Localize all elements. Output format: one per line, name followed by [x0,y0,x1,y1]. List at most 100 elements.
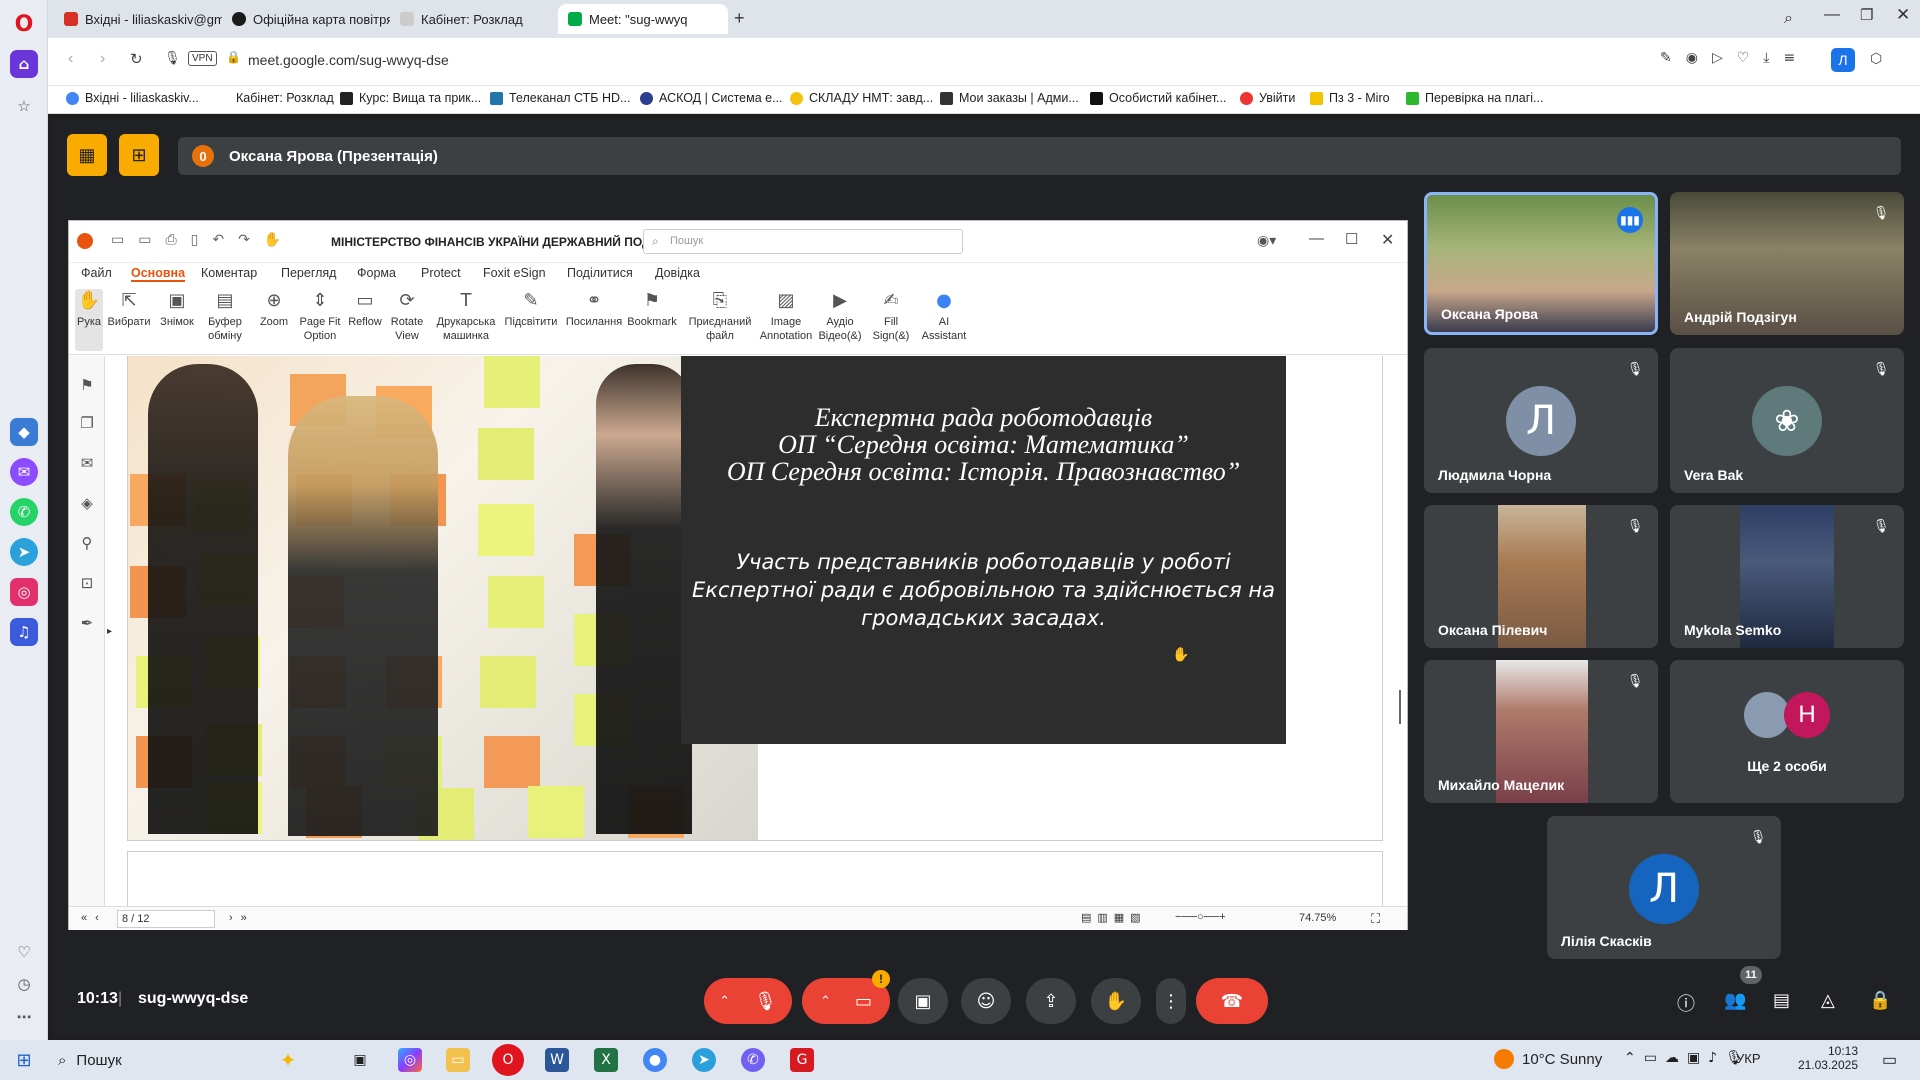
ribbon-link[interactable]: ⚭ Посилання [561,289,627,329]
taskbar-search[interactable]: ⌕ Пошук [58,1046,278,1074]
copilot-icon[interactable]: ◎ [398,1048,422,1072]
excel-icon[interactable]: X [594,1048,618,1072]
ribbon-attach[interactable]: ⎘ Приєднаний файл [685,289,755,343]
home-icon[interactable]: ⌂ [10,50,38,78]
bookmark-item[interactable]: Кабінет: Розклад [236,91,334,105]
forward-icon[interactable]: › [100,50,105,68]
page-nav-next-icons[interactable]: ›» [229,912,255,924]
chrome-icon[interactable]: ● [643,1048,667,1072]
menu-share[interactable]: Поділитися [567,266,633,280]
tab-meet[interactable]: Meet: "sug-wwyq [558,4,728,34]
info-icon[interactable]: ⓘ [1677,990,1695,1016]
language-indicator[interactable]: УКР [1736,1051,1761,1066]
view-mode-icons[interactable]: ▤▥▦▧ [1081,911,1147,924]
menu-file[interactable]: Файл [81,266,112,280]
participant-tile[interactable]: 🎙 Mykola Semko [1670,505,1904,648]
telegram-icon[interactable]: ➤ [10,538,38,566]
task-view-icon[interactable]: ▣ [348,1048,372,1072]
foxit-logo-icon[interactable] [77,233,93,249]
star-icon[interactable]: ☆ [10,92,38,120]
new-tab-icon[interactable]: + [734,8,745,29]
participant-tile[interactable]: 🎙 ❀ Vera Bak [1670,348,1904,493]
captions-button[interactable]: ▣ [898,978,948,1024]
extensions-icon[interactable]: ⬡ [1870,50,1882,67]
restore-icon[interactable]: ❐ [1860,6,1873,24]
zoom-slider[interactable]: −──○──+ [1175,911,1226,923]
raise-hand-button[interactable]: ✋ [1091,978,1141,1024]
file-explorer-icon[interactable]: ▭ [446,1048,470,1072]
foxit-minimize-icon[interactable]: — [1309,230,1324,247]
clock[interactable]: 10:13 21.03.2025 [1786,1044,1858,1072]
ribbon-zoom[interactable]: ⊕ Zoom [257,289,291,329]
foxit-maximize-icon[interactable]: ☐ [1345,230,1358,248]
bookmarks-panel-icon[interactable]: ⚑ [77,376,97,396]
close-window-icon[interactable]: ✕ [1896,5,1910,25]
back-icon[interactable]: ‹ [68,50,73,68]
bookmark-item[interactable]: Увійти [1240,91,1295,105]
weather-text[interactable]: 10°C Sunny [1522,1051,1602,1068]
ribbon-select[interactable]: ⇱ Вибрати [107,289,151,329]
page-input[interactable]: 8 / 12 [117,910,215,928]
reload-icon[interactable]: ↻ [130,50,143,68]
tab-air-map[interactable]: Офіційна карта повітрян [222,4,390,34]
activities-icon[interactable]: ◬ [1821,990,1835,1011]
menu-protect[interactable]: Protect [421,266,461,280]
bookmark-item[interactable]: Пз 3 - Miro [1310,91,1390,105]
reactions-button[interactable]: ☺ [961,978,1011,1024]
menu-esign[interactable]: Foxit eSign [483,266,546,280]
ribbon-image-annotation[interactable]: ▨ Image Annotation [755,289,817,343]
notifications-icon[interactable]: ▭ [1882,1050,1897,1070]
heart-icon[interactable]: ♡ [10,938,38,966]
profile-avatar[interactable]: Л [1831,48,1855,72]
participant-tile[interactable]: 🎙 Андрій Подзігун [1670,192,1904,335]
ribbon-hand[interactable]: ✋ Рука [75,289,103,351]
present-off-icon[interactable]: ▦ [67,134,107,176]
address-actions[interactable]: ✎◉▷♡⤓≡ [1660,50,1809,66]
messenger-icon[interactable]: ✉ [10,458,38,486]
expand-panel-icon[interactable]: ▸ [107,626,112,637]
search-tabs-icon[interactable]: ⌕ [1784,8,1793,28]
bookmark-item[interactable]: Вхідні - liliaskaskiv... [66,91,199,105]
ribbon-reflow[interactable]: ▭ Reflow [345,289,385,329]
ribbon-clipboard[interactable]: ▤ Буфер обміну [203,289,247,343]
participant-tile[interactable]: 🎙 Оксана Пілевич [1424,505,1658,648]
ribbon-snapshot[interactable]: ▣ Знімок [157,289,197,329]
bookmark-item[interactable]: Перевірка на плагі... [1406,91,1543,105]
bookmark-item[interactable]: Телеканал СТБ HD... [490,91,630,105]
vpn-badge[interactable]: VPN [188,51,217,66]
attachments-panel-icon[interactable]: ⚲ [77,534,97,554]
minimize-icon[interactable]: — [1824,6,1840,24]
page-nav-icons[interactable]: «‹ [81,912,107,924]
ribbon-bookmark[interactable]: ⚑ Bookmark [625,289,679,329]
menu-form[interactable]: Форма [357,266,396,280]
foxit-search-input[interactable]: ⌕ Пошук [643,229,963,254]
menu-comment[interactable]: Коментар [201,266,257,280]
ribbon-page-fit[interactable]: ⇕ Page Fit Option [297,289,343,343]
menu-home[interactable]: Основна [131,266,186,282]
word-icon[interactable]: W [545,1048,569,1072]
tab-cabinet[interactable]: Кабінет: Розклад [390,4,558,34]
participant-tile-others[interactable]: H Ще 2 особи [1670,660,1904,803]
ribbon-fill-sign[interactable]: ✍ Fill Sign(&) [869,289,913,343]
chat-icon[interactable]: ▤ [1773,990,1790,1011]
signature-panel-icon[interactable]: ✒ [77,614,97,634]
host-controls-icon[interactable]: 🔒 [1869,990,1891,1011]
mic-control[interactable]: ⌃ 🎙 [704,978,792,1024]
menu-help[interactable]: Довідка [655,266,700,280]
opera-taskbar-icon[interactable]: O [492,1044,524,1076]
bookmark-item[interactable]: Особистий кабінет... [1090,91,1226,105]
music-icon[interactable]: ♫ [10,618,38,646]
security-panel-icon[interactable]: ⊡ [77,574,97,594]
people-icon[interactable]: 👥 [1724,990,1746,1011]
url-field[interactable]: meet.google.com/sug-wwyq-dse [248,52,449,68]
tray-icons[interactable]: ⌃▭☁▣♪🎙 [1624,1050,1751,1066]
tab-gmail[interactable]: Вхідні - liliaskaskiv@gmai [54,4,222,34]
comments-panel-icon[interactable]: ✉ [77,454,97,474]
ribbon-audio-video[interactable]: ▶ Аудіо Відео(&) [815,289,865,343]
mic-icon[interactable]: 🎙 [164,51,181,66]
opera-logo-icon[interactable]: O [10,10,38,38]
instagram-icon[interactable]: ◎ [10,578,38,606]
bookmark-item[interactable]: СКЛАДУ НМТ: завд... [790,91,933,105]
participant-tile[interactable]: ▮▮▮ Оксана Ярова [1424,192,1658,335]
whatsapp-icon[interactable]: ✆ [10,498,38,526]
